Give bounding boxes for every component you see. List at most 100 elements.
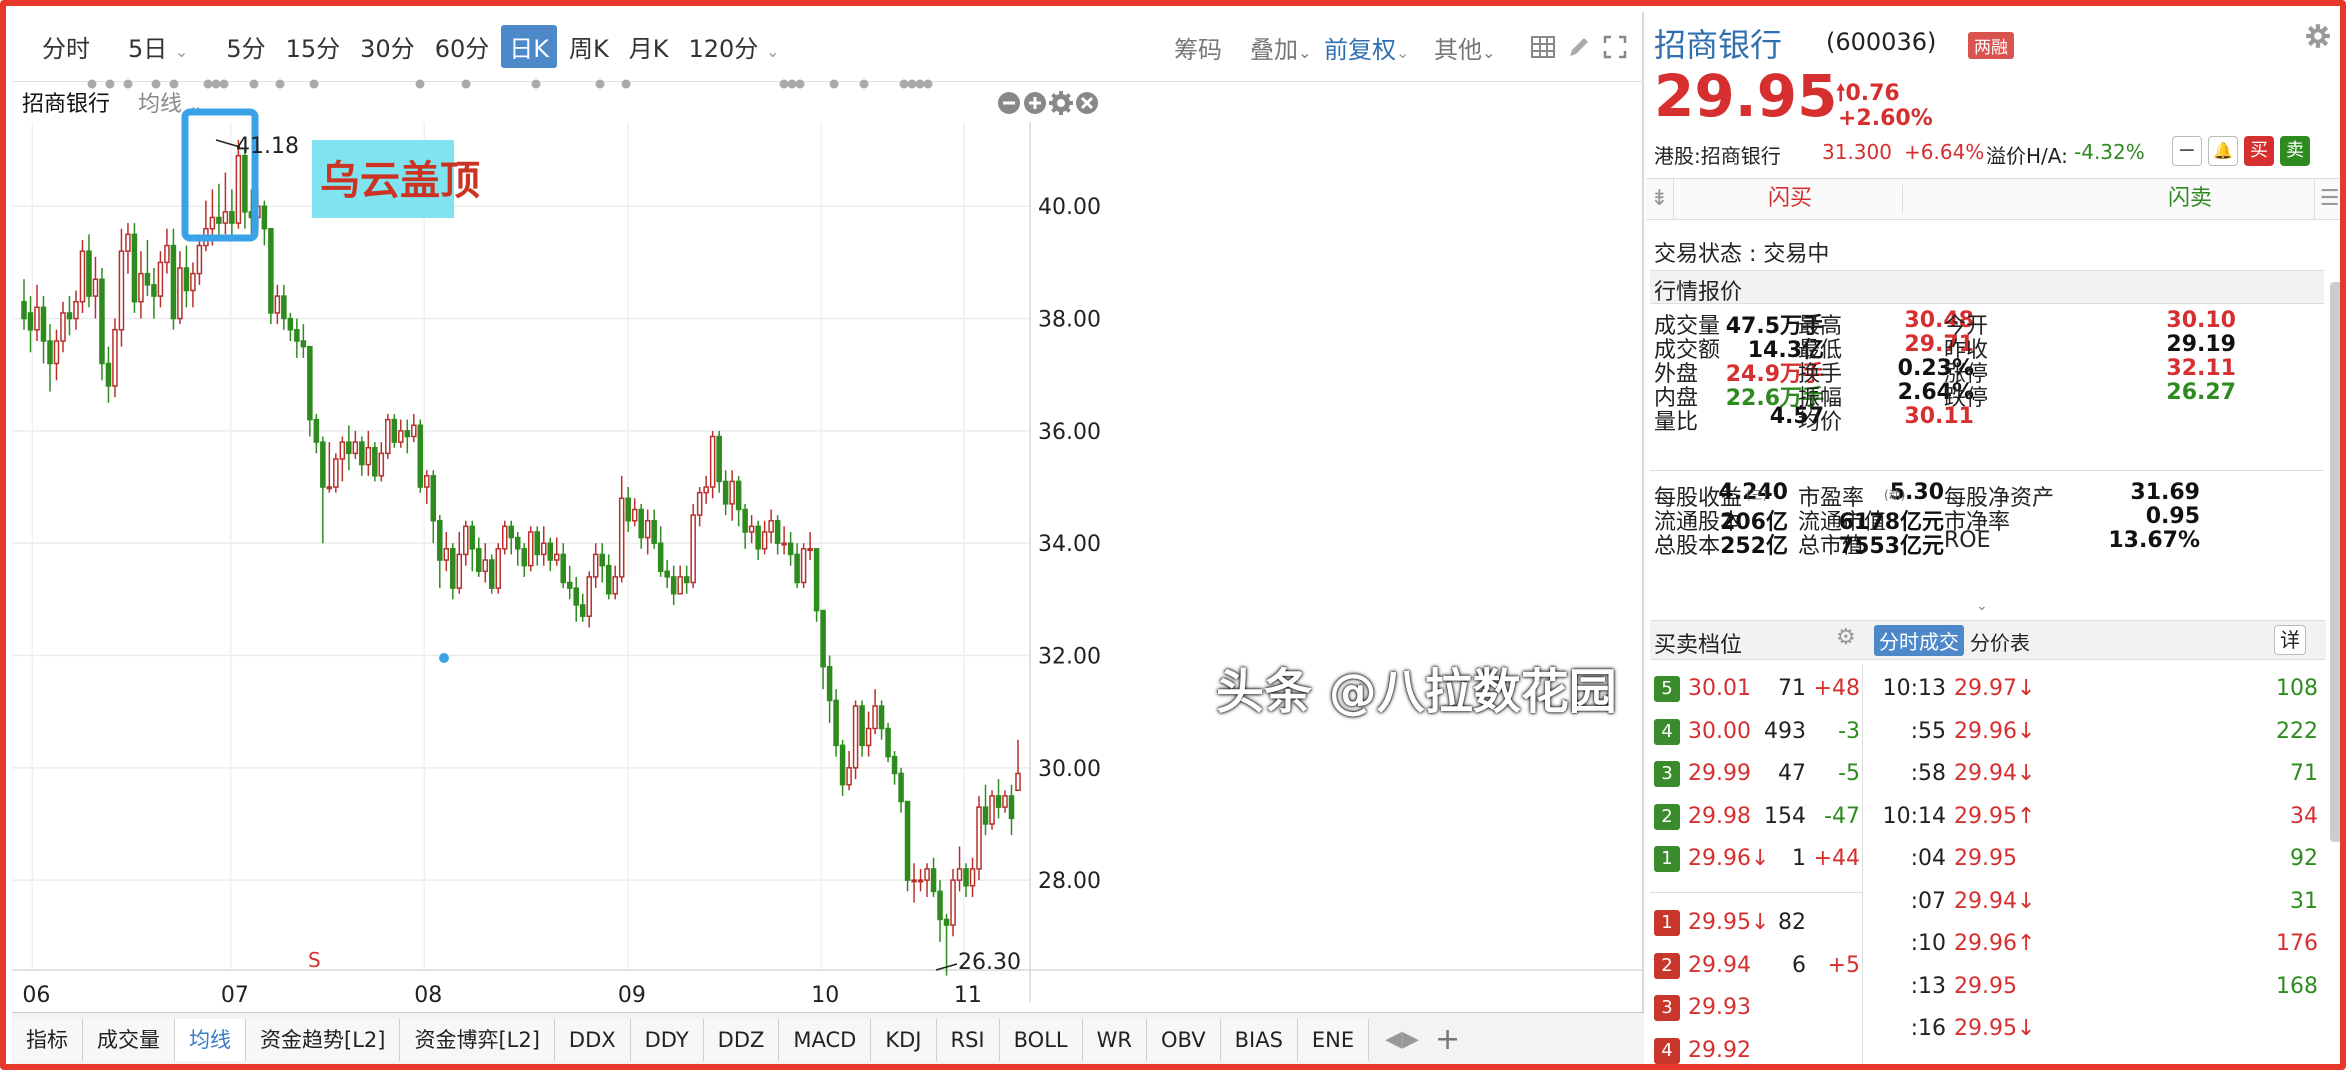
- tabs-scroll-arrows-icon[interactable]: ◀▶: [1385, 1027, 1419, 1052]
- tab-fund-trend[interactable]: 资金趋势[L2]: [246, 1018, 401, 1061]
- tab-kdj[interactable]: KDJ: [871, 1018, 937, 1061]
- level-badge: 3: [1654, 761, 1680, 787]
- event-dot[interactable]: [907, 79, 917, 89]
- ask-row[interactable]: 4 30.00 493 -3: [1646, 715, 1862, 751]
- candle: [670, 565, 677, 605]
- level-price: 29.93: [1688, 995, 1751, 1020]
- event-dot[interactable]: [899, 79, 909, 89]
- tick-volume: 31: [2290, 888, 2318, 914]
- premium-label: 溢价H/A:: [1986, 144, 2068, 168]
- level-badge: 2: [1654, 803, 1680, 830]
- event-dot[interactable]: [787, 79, 797, 89]
- buy-button[interactable]: 买: [2244, 136, 2274, 166]
- ask-row[interactable]: 3 29.99 47 -5: [1646, 757, 1862, 793]
- tab-wr[interactable]: WR: [1082, 1018, 1147, 1061]
- event-dot[interactable]: [309, 79, 319, 89]
- settings-gear-icon[interactable]: [2304, 22, 2332, 50]
- event-dot[interactable]: [203, 79, 213, 89]
- tick-time: :13: [1910, 973, 1946, 999]
- tab-macd[interactable]: MACD: [779, 1018, 872, 1061]
- candle: [794, 543, 800, 589]
- tab-ddy[interactable]: DDY: [630, 1018, 704, 1061]
- y-tick-label: 36.00: [1038, 420, 1101, 445]
- candle: [346, 425, 352, 471]
- tab-bias[interactable]: BIAS: [1220, 1018, 1298, 1061]
- candle: [86, 234, 92, 308]
- event-dot[interactable]: [123, 79, 133, 89]
- tab-ene[interactable]: ENE: [1297, 1018, 1370, 1061]
- candle: [696, 487, 703, 527]
- event-dot[interactable]: [531, 79, 541, 89]
- add-tab-icon[interactable]: +: [1435, 1022, 1460, 1057]
- tab-ddx[interactable]: DDX: [554, 1018, 631, 1061]
- flash-buy-button[interactable]: 闪买: [1676, 179, 1904, 219]
- event-dot[interactable]: [859, 79, 869, 89]
- margin-badge: 两融: [1968, 32, 2014, 59]
- event-dot[interactable]: [795, 79, 805, 89]
- flash-trade-bar: ⇟ 闪买 闪卖 ☰: [1646, 178, 2340, 220]
- collapse-icon[interactable]: ⇟: [1646, 179, 1674, 219]
- event-dot[interactable]: [779, 79, 789, 89]
- candle: [66, 296, 73, 336]
- remove-watch-button[interactable]: −: [2172, 136, 2202, 166]
- tab-fund-game[interactable]: 资金博弈[L2]: [400, 1018, 555, 1061]
- tab-ma[interactable]: 均线: [175, 1018, 246, 1061]
- event-dot[interactable]: [87, 79, 97, 89]
- ask-row[interactable]: 1 29.96↓ 1 +44: [1646, 842, 1862, 878]
- tab-ddz[interactable]: DDZ: [703, 1018, 780, 1061]
- event-dot[interactable]: [275, 79, 285, 89]
- event-dot[interactable]: [105, 79, 115, 89]
- candle: [404, 419, 411, 454]
- bid-row[interactable]: 3 29.93: [1646, 991, 1862, 1027]
- tab-obv[interactable]: OBV: [1146, 1018, 1221, 1061]
- kline-chart[interactable]: 40.00 38.00 36.00 34.00 32.00 30.00 28.00 06 07…: [12, 12, 1644, 1012]
- candle: [456, 531, 463, 594]
- bid-row[interactable]: 4 29.92: [1646, 1034, 1862, 1065]
- event-dot[interactable]: [249, 79, 259, 89]
- level-delta: -3: [1838, 718, 1860, 744]
- candle: [540, 526, 547, 566]
- event-dot[interactable]: [595, 79, 605, 89]
- candle: [437, 515, 443, 589]
- event-dot[interactable]: [211, 79, 221, 89]
- bell-icon[interactable]: 🔔: [2208, 136, 2238, 166]
- sell-button[interactable]: 卖: [2280, 136, 2310, 166]
- tab-indicator[interactable]: 指标: [12, 1018, 83, 1061]
- ask-row[interactable]: 5 30.01 71 +48: [1646, 672, 1862, 708]
- event-dot[interactable]: [923, 79, 933, 89]
- y-tick-label: 40.00: [1038, 195, 1101, 220]
- chart-panel: 分时 5日 ⌄ 5分 15分 30分 60分 日K 周K 月K 120分 ⌄ 筹…: [12, 12, 1644, 1064]
- event-dot[interactable]: [915, 79, 925, 89]
- event-dot[interactable]: [219, 79, 229, 89]
- tab-tick-trades[interactable]: 分时成交: [1874, 625, 1964, 656]
- event-dot[interactable]: [169, 79, 179, 89]
- event-dot[interactable]: [461, 79, 471, 89]
- level-volume: 47: [1778, 761, 1806, 786]
- flash-sell-button[interactable]: 闪卖: [2076, 179, 2304, 219]
- candle: [177, 251, 183, 325]
- candle: [281, 284, 287, 330]
- tab-volume[interactable]: 成交量: [83, 1018, 175, 1061]
- tab-price-table[interactable]: 分价表: [1970, 627, 2030, 656]
- premium-value: -4.32%: [2074, 140, 2145, 164]
- scrollbar[interactable]: [2330, 282, 2340, 842]
- event-dot[interactable]: [151, 79, 161, 89]
- candle: [846, 750, 852, 791]
- tab-rsi[interactable]: RSI: [936, 1018, 1000, 1061]
- candle: [768, 509, 774, 544]
- menu-icon[interactable]: ☰: [2314, 179, 2340, 219]
- detail-button[interactable]: 详: [2274, 625, 2306, 655]
- ask-row[interactable]: 2 29.98 154 -47: [1646, 800, 1862, 836]
- expand-chevron-icon[interactable]: ⌄: [1976, 598, 1988, 614]
- event-dot[interactable]: [415, 79, 425, 89]
- bid-row[interactable]: 2 29.94 6 +5: [1646, 949, 1862, 985]
- bid-row[interactable]: 1 29.95↓ 82: [1646, 906, 1862, 942]
- tick-time: :10: [1910, 931, 1946, 956]
- event-dot[interactable]: [829, 79, 839, 89]
- tab-boll[interactable]: BOLL: [999, 1018, 1083, 1061]
- candle: [170, 228, 177, 330]
- event-dot[interactable]: [621, 79, 631, 89]
- candle: [982, 784, 989, 836]
- orderbook-gear-icon[interactable]: ⚙: [1836, 625, 1856, 650]
- hk-label: 港股:招商银行: [1654, 144, 1781, 168]
